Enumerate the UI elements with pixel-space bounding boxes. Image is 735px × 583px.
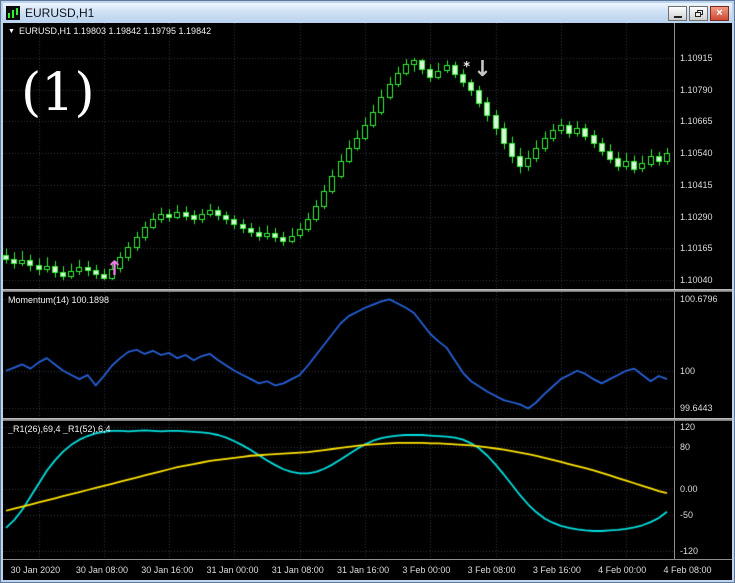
axis-label: 1.10040: [680, 275, 713, 286]
price-axis[interactable]: 1.10915 1.10790 1.10665 1.10540 1.10415 1.102…: [674, 23, 732, 289]
axis-label: 99.6443: [680, 403, 713, 414]
r1-chart[interactable]: [3, 421, 674, 559]
axis-label: 80: [680, 442, 691, 453]
time-label: 3 Feb 16:00: [532, 565, 581, 575]
close-button[interactable]: ×: [710, 5, 729, 21]
restore-icon: [694, 9, 703, 17]
window-title: EURUSD,H1: [25, 6, 95, 20]
chart-header-text: EURUSD,H1 1.19803 1.19842 1.19795 1.1984…: [18, 26, 212, 36]
r1-axis[interactable]: 120 80 0.00 -50 -120: [674, 421, 732, 559]
time-label: 31 Jan 08:00: [271, 565, 324, 575]
r1-indicator-pane[interactable]: _R1(26),69,4 _R1(52),6,4 120 80 0.00 -50 -12…: [3, 421, 732, 559]
symbol-dropdown-icon: ▼: [8, 28, 15, 35]
axis-label: 120: [680, 421, 696, 432]
chart-client: ▼ EURUSD,H1 1.19803 1.19842 1.19795 1.198…: [3, 23, 732, 580]
time-label: 4 Feb 00:00: [598, 565, 647, 575]
axis-label: 1.10540: [680, 148, 713, 159]
momentum-pane[interactable]: Momentum(14) 100.1898 100.6796 100 99.6443: [3, 292, 732, 418]
axis-label: -50: [680, 509, 694, 520]
main-chart-pane[interactable]: ▼ EURUSD,H1 1.19803 1.19842 1.19795 1.198…: [3, 23, 732, 289]
time-label: 30 Jan 2020: [10, 565, 61, 575]
axis-label: 1.10665: [680, 116, 713, 127]
axis-label: 1.10290: [680, 211, 713, 222]
candlestick-chart[interactable]: [3, 23, 674, 289]
momentum-axis[interactable]: 100.6796 100 99.6443: [674, 292, 732, 418]
chart-header: ▼ EURUSD,H1 1.19803 1.19842 1.19795 1.198…: [8, 26, 211, 36]
star-icon[interactable]: *: [463, 61, 470, 74]
time-label: 30 Jan 08:00: [75, 565, 128, 575]
application-window: EURUSD,H1 × ▼ EURUSD,H1 1.19803 1.19842 1…: [0, 0, 735, 583]
buy-arrow-icon[interactable]: ↑: [106, 258, 123, 278]
axis-label: 100.6796: [680, 294, 718, 305]
time-axis[interactable]: 30 Jan 2020 30 Jan 08:00 30 Jan 16:00 31 Ja…: [3, 559, 732, 580]
time-label: 31 Jan 16:00: [337, 565, 390, 575]
titlebar[interactable]: EURUSD,H1 ×: [3, 3, 732, 23]
axis-label: 1.10790: [680, 84, 713, 95]
time-label: 3 Feb 00:00: [402, 565, 451, 575]
window-controls: ×: [668, 5, 729, 21]
r1-header: _R1(26),69,4 _R1(52),6,4: [8, 424, 111, 434]
time-label: 30 Jan 16:00: [141, 565, 194, 575]
axis-label: -120: [680, 546, 699, 557]
restore-button[interactable]: [689, 5, 708, 21]
chart-icon: [6, 6, 20, 20]
axis-label: 100: [680, 365, 696, 376]
annotation-text[interactable]: (1): [21, 67, 95, 119]
sell-arrow-icon[interactable]: ↓: [473, 58, 491, 81]
minimize-button[interactable]: [668, 5, 687, 21]
time-label: 31 Jan 00:00: [206, 565, 259, 575]
axis-label: 1.10165: [680, 243, 713, 254]
momentum-chart[interactable]: [3, 292, 674, 418]
minimize-icon: [673, 16, 682, 18]
momentum-header: Momentum(14) 100.1898: [8, 295, 110, 305]
axis-label: 0.00: [680, 483, 698, 494]
axis-label: 1.10415: [680, 179, 713, 190]
time-label: 3 Feb 08:00: [467, 565, 516, 575]
axis-label: 1.10915: [680, 52, 713, 63]
time-label: 4 Feb 08:00: [663, 565, 712, 575]
